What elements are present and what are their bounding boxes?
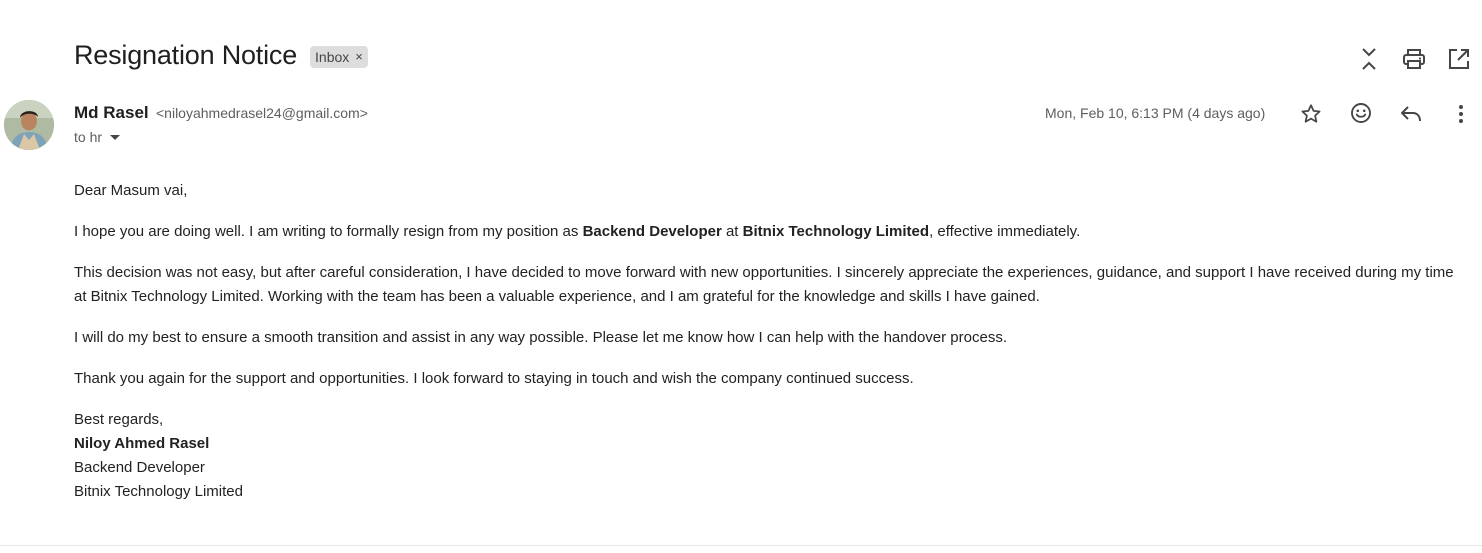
paragraph-3: I will do my best to ensure a smooth tra…: [74, 329, 1007, 346]
star-icon[interactable]: [1298, 101, 1324, 127]
email-date: Mon, Feb 10, 6:13 PM (4 days ago): [1045, 105, 1266, 121]
open-in-new-window-icon[interactable]: [1446, 46, 1472, 72]
p1-role: Backend Developer: [582, 223, 722, 240]
sender-avatar[interactable]: [4, 100, 54, 150]
paragraph-4: Thank you again for the support and oppo…: [74, 370, 914, 387]
signature-name: Niloy Ahmed Rasel: [74, 435, 210, 452]
email-body: Dear Masum vai, I hope you are doing wel…: [74, 179, 1469, 504]
signature: Best regards, Niloy Ahmed Rasel Backend …: [74, 408, 1469, 504]
paragraph-2: This decision was not easy, but after ca…: [74, 264, 1454, 305]
sender-name: Md Rasel: [74, 103, 149, 122]
p1-company: Bitnix Technology Limited: [742, 223, 930, 240]
signature-company: Bitnix Technology Limited: [74, 483, 243, 500]
closing: Best regards,: [74, 411, 164, 428]
inbox-label-chip[interactable]: Inbox ×: [310, 45, 368, 68]
paragraph-1: I hope you are doing well. I am writing …: [74, 220, 1469, 244]
divider: [0, 545, 1482, 546]
collapse-all-icon[interactable]: [1356, 46, 1382, 72]
to-line-text: to hr: [74, 129, 103, 145]
p1-text-b: at: [721, 223, 743, 240]
label-text: Inbox: [315, 48, 350, 65]
p1-text-a: I hope you are doing well. I am writing …: [74, 223, 583, 240]
more-vert-icon[interactable]: [1448, 101, 1474, 127]
emoji-react-icon[interactable]: [1348, 100, 1374, 126]
print-icon[interactable]: [1401, 46, 1427, 72]
subject-row: Resignation Notice Inbox ×: [74, 40, 368, 71]
recipients-toggle[interactable]: to hr: [74, 129, 121, 145]
email-subject: Resignation Notice: [74, 40, 298, 70]
greeting: Dear Masum vai,: [74, 182, 188, 199]
thread-toolbar: [1352, 46, 1482, 74]
chevron-down-icon[interactable]: [110, 134, 121, 140]
sender-email: <niloyahmedrasel24@gmail.com>: [156, 105, 368, 121]
p1-text-c: , effective immediately.: [929, 223, 1081, 240]
signature-title: Backend Developer: [74, 459, 205, 476]
reply-icon[interactable]: [1398, 101, 1424, 127]
remove-label-button[interactable]: ×: [355, 49, 363, 64]
